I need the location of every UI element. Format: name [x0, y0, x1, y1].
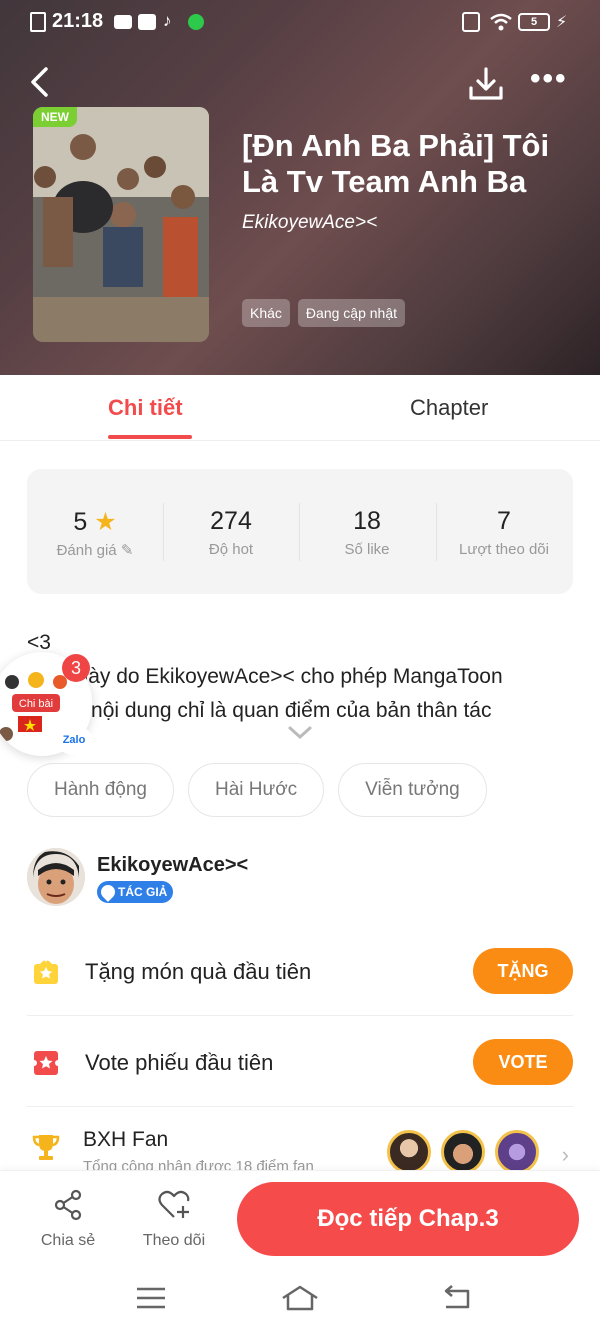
stat-followers: 7 Lượt theo dõi	[436, 469, 572, 594]
author-avatar[interactable]	[27, 848, 85, 906]
genre-tags: Hành động Hài Hước Viễn tưởng	[27, 763, 487, 817]
active-tab-indicator	[108, 435, 192, 439]
star-icon: ★	[94, 508, 117, 536]
cover-photo	[33, 107, 209, 342]
follow-label: Theo dõi	[142, 1232, 206, 1249]
gift-button[interactable]: TẶNG	[473, 948, 573, 994]
video-icon	[114, 15, 132, 29]
battery-icon: 5	[518, 13, 550, 31]
vibrate-icon	[462, 12, 480, 32]
status-time: 21:18	[52, 10, 104, 32]
vote-row: Vote phiếu đầu tiên VOTE	[27, 1017, 573, 1107]
vote-ticket-icon	[31, 1051, 61, 1075]
drop-icon	[98, 882, 118, 902]
vote-button[interactable]: VOTE	[473, 1039, 573, 1085]
app-notification-icon	[188, 14, 204, 30]
genre-tag[interactable]: Hành động	[27, 763, 174, 817]
cover-image: NEW	[33, 107, 209, 342]
stat-hot: 274 Độ hot	[163, 469, 299, 594]
zalo-icon[interactable]: Zalo	[56, 725, 92, 755]
description-line: <3	[27, 631, 51, 654]
bottom-action-bar: Chia sẻ Theo dõi Đọc tiếp Chap.3	[0, 1170, 600, 1263]
share-label: Chia sẻ	[40, 1232, 96, 1249]
description[interactable]: <3 n này do EkikoyewAce>< cho phép Manga…	[27, 626, 587, 728]
comic-author[interactable]: EkikoyewAce><	[242, 212, 377, 234]
author-role-badge: TÁC GIẢ	[97, 881, 174, 903]
share-icon	[54, 1189, 82, 1221]
fan-ranking-label: BXH Fan	[83, 1128, 169, 1151]
share-button[interactable]: Chia sẻ	[28, 1188, 108, 1250]
menu-icon[interactable]	[131, 1283, 171, 1313]
fan-avatars	[387, 1130, 539, 1174]
home-icon[interactable]	[280, 1283, 320, 1313]
follow-button[interactable]: Theo dõi	[134, 1188, 214, 1250]
genre-tag[interactable]: Viễn tưởng	[338, 763, 487, 817]
svg-text:Chi bài: Chi bài	[19, 698, 53, 710]
heart-plus-icon	[158, 1190, 190, 1218]
author-name[interactable]: EkikoyewAce><	[97, 854, 248, 877]
chevron-right-icon: ›	[561, 1142, 569, 1167]
rating-label: Đánh giá	[56, 542, 117, 559]
stats-panel: 5 ★ Đánh giá ✎ 274 Độ hot 18 Số like 7 L…	[27, 469, 573, 594]
continue-reading-button[interactable]: Đọc tiếp Chap.3	[237, 1182, 579, 1256]
edit-icon: ✎	[120, 542, 134, 559]
followers-value: 7	[497, 507, 511, 535]
new-badge: NEW	[33, 107, 77, 127]
rating-label-wrap: Đánh giá ✎	[27, 541, 163, 559]
stat-likes: 18 Số like	[299, 469, 435, 594]
vote-label: Vote phiếu đầu tiên	[85, 1050, 274, 1075]
status-bar: 21:18 ♪ 5 ⚡	[0, 0, 600, 46]
back-nav-icon[interactable]	[438, 1283, 478, 1313]
notification-count-badge: 3	[62, 654, 90, 682]
update-status-tag: Đang cập nhật	[297, 299, 405, 327]
wifi-icon	[490, 13, 512, 31]
author-role-label: TÁC GIẢ	[118, 885, 168, 899]
description-line: n này do EkikoyewAce>< cho phép MangaToo…	[59, 665, 503, 688]
tab-chapter[interactable]: Chapter	[410, 395, 488, 421]
back-icon[interactable]	[22, 64, 58, 100]
fan-avatar	[441, 1130, 485, 1174]
document-icon	[30, 12, 46, 32]
system-nav-bar	[0, 1263, 600, 1333]
status-tags: Khác Đang cập nhật	[242, 299, 405, 327]
comic-title: [Đn Anh Ba Phải] Tôi Là Tv Team Anh Ba	[242, 128, 550, 199]
avatar-image	[27, 848, 85, 906]
hot-value: 274	[210, 507, 252, 535]
followers-label: Lượt theo dõi	[459, 541, 549, 558]
gift-label: Tặng món quà đầu tiên	[85, 959, 312, 984]
likes-value: 18	[353, 507, 381, 535]
mail-icon	[138, 14, 156, 30]
fan-avatar	[387, 1130, 431, 1174]
fan-avatar	[495, 1130, 539, 1174]
gift-row: Tặng món quà đầu tiên TẶNG	[27, 926, 573, 1016]
likes-label: Số like	[344, 541, 390, 558]
rating-value: 5	[73, 508, 88, 536]
category-tag: Khác	[242, 299, 290, 327]
more-options-icon[interactable]: •••	[530, 64, 576, 98]
gift-icon	[34, 960, 58, 984]
hot-label: Độ hot	[208, 541, 254, 558]
tab-bar: Chi tiết Chapter	[0, 375, 600, 441]
stat-rating[interactable]: 5 ★ Đánh giá ✎	[27, 469, 163, 594]
trophy-icon	[32, 1135, 60, 1160]
download-icon[interactable]	[466, 64, 506, 104]
charging-icon: ⚡	[556, 14, 568, 31]
tab-detail[interactable]: Chi tiết	[108, 395, 183, 421]
tiktok-icon: ♪	[163, 11, 172, 30]
rating-value-wrap: 5 ★	[27, 507, 163, 537]
genre-tag[interactable]: Hài Hước	[187, 763, 325, 817]
expand-chevron-icon[interactable]	[286, 723, 314, 743]
